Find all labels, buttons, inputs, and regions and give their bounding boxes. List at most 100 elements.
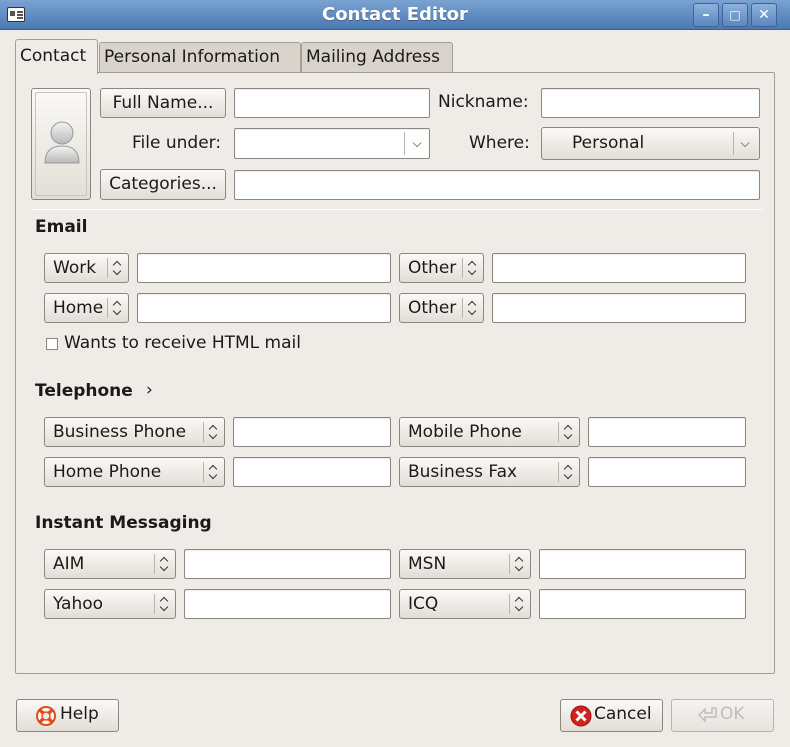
chevron-down-icon[interactable]: ⌵: [406, 129, 428, 158]
phone-field-4[interactable]: [588, 457, 746, 487]
ok-arrow-icon: [698, 707, 717, 723]
email-field-2[interactable]: [492, 253, 746, 283]
im-field-1[interactable]: [184, 549, 391, 579]
phone-type-select-4[interactable]: Business Fax: [399, 457, 580, 487]
tab-mailing-address-label: Mailing Address: [306, 47, 440, 67]
help-button-label: Help: [60, 704, 99, 724]
where-separator: [733, 132, 734, 155]
email-type-select-1[interactable]: Work: [44, 253, 129, 283]
divider: [31, 209, 762, 210]
im-field-4[interactable]: [539, 589, 746, 619]
file-under-combo[interactable]: ⌵: [234, 128, 430, 159]
where-value: Personal: [572, 133, 645, 153]
updown-arrows-icon: [564, 424, 574, 440]
email-type-select-2[interactable]: Other: [399, 253, 484, 283]
email-type-4-separator: [462, 298, 463, 318]
im-type-1-label: AIM: [53, 554, 85, 574]
phone-type-2-separator: [558, 422, 559, 442]
where-select[interactable]: Personal ⌵: [541, 127, 760, 160]
cancel-icon: [570, 705, 592, 727]
email-type-2-separator: [462, 258, 463, 278]
phone-type-select-2[interactable]: Mobile Phone: [399, 417, 580, 447]
updown-arrows-icon: [468, 300, 478, 316]
phone-type-1-separator: [203, 422, 204, 442]
tab-personal-information[interactable]: Personal Information: [99, 42, 301, 73]
phone-field-3[interactable]: [233, 457, 391, 487]
email-type-3-label: Home: [53, 298, 104, 318]
im-type-2-separator: [509, 554, 510, 574]
phone-type-3-separator: [203, 462, 204, 482]
full-name-button[interactable]: Full Name...: [100, 88, 226, 118]
nickname-field[interactable]: [541, 88, 760, 118]
tab-contact[interactable]: Contact: [15, 39, 98, 74]
photo-frame: [35, 92, 87, 196]
help-button[interactable]: Help: [16, 699, 119, 732]
phone-type-select-3[interactable]: Home Phone: [44, 457, 225, 487]
categories-button-label: Categories...: [109, 174, 217, 194]
tab-mailing-address[interactable]: Mailing Address: [301, 42, 453, 73]
nickname-label: Nickname:: [438, 92, 529, 112]
email-type-1-separator: [107, 258, 108, 278]
updown-arrows-icon: [113, 260, 123, 276]
telephone-heading: Telephone: [35, 381, 133, 401]
person-placeholder-icon: [44, 121, 80, 164]
updown-arrows-icon: [160, 596, 170, 612]
phone-type-select-1[interactable]: Business Phone: [44, 417, 225, 447]
minimize-button[interactable]: –: [693, 3, 719, 27]
email-field-1[interactable]: [137, 253, 391, 283]
email-field-3[interactable]: [137, 293, 391, 323]
where-label: Where:: [469, 133, 530, 153]
email-type-select-4[interactable]: Other: [399, 293, 484, 323]
email-type-4-label: Other: [408, 298, 457, 318]
updown-arrows-icon: [113, 300, 123, 316]
ok-button[interactable]: OK: [671, 699, 774, 732]
categories-button[interactable]: Categories...: [100, 169, 226, 200]
tab-personal-information-label: Personal Information: [104, 47, 281, 67]
im-type-select-1[interactable]: AIM: [44, 549, 176, 579]
im-type-select-3[interactable]: Yahoo: [44, 589, 176, 619]
phone-type-3-label: Home Phone: [53, 462, 162, 482]
full-name-field[interactable]: [234, 88, 430, 118]
tab-contact-label: Contact: [20, 46, 87, 66]
cancel-button-label: Cancel: [594, 704, 652, 724]
im-heading: Instant Messaging: [35, 513, 212, 533]
photo-button[interactable]: [31, 88, 91, 200]
email-heading: Email: [35, 217, 88, 237]
im-type-select-2[interactable]: MSN: [399, 549, 531, 579]
html-mail-checkbox[interactable]: [46, 338, 58, 350]
im-type-4-separator: [509, 594, 510, 614]
email-type-3-separator: [107, 298, 108, 318]
im-type-select-4[interactable]: ICQ: [399, 589, 531, 619]
title-bar[interactable]: Contact Editor – □ ✕: [0, 0, 790, 30]
email-type-select-3[interactable]: Home: [44, 293, 129, 323]
im-type-4-label: ICQ: [408, 594, 439, 614]
html-mail-label[interactable]: Wants to receive HTML mail: [64, 333, 301, 353]
email-type-2-label: Other: [408, 258, 457, 278]
file-under-label: File under:: [132, 133, 222, 153]
phone-type-4-label: Business Fax: [408, 462, 518, 482]
file-under-separator: [404, 132, 405, 155]
updown-arrows-icon: [515, 556, 525, 572]
chevron-right-icon[interactable]: ›: [146, 380, 153, 400]
categories-field[interactable]: [234, 170, 760, 200]
im-type-3-separator: [154, 594, 155, 614]
updown-arrows-icon: [209, 464, 219, 480]
full-name-button-label: Full Name...: [112, 93, 214, 113]
cancel-button[interactable]: Cancel: [560, 699, 663, 732]
email-field-4[interactable]: [492, 293, 746, 323]
maximize-button[interactable]: □: [722, 3, 748, 27]
ok-button-label: OK: [720, 704, 745, 724]
updown-arrows-icon: [564, 464, 574, 480]
im-field-3[interactable]: [184, 589, 391, 619]
window-title: Contact Editor: [322, 4, 468, 25]
close-button[interactable]: ✕: [751, 3, 777, 27]
phone-type-4-separator: [558, 462, 559, 482]
updown-arrows-icon: [209, 424, 219, 440]
updown-arrows-icon: [468, 260, 478, 276]
phone-type-1-label: Business Phone: [53, 422, 187, 442]
updown-arrows-icon: [515, 596, 525, 612]
phone-field-1[interactable]: [233, 417, 391, 447]
tab-panel: [15, 72, 775, 674]
phone-field-2[interactable]: [588, 417, 746, 447]
im-field-2[interactable]: [539, 549, 746, 579]
